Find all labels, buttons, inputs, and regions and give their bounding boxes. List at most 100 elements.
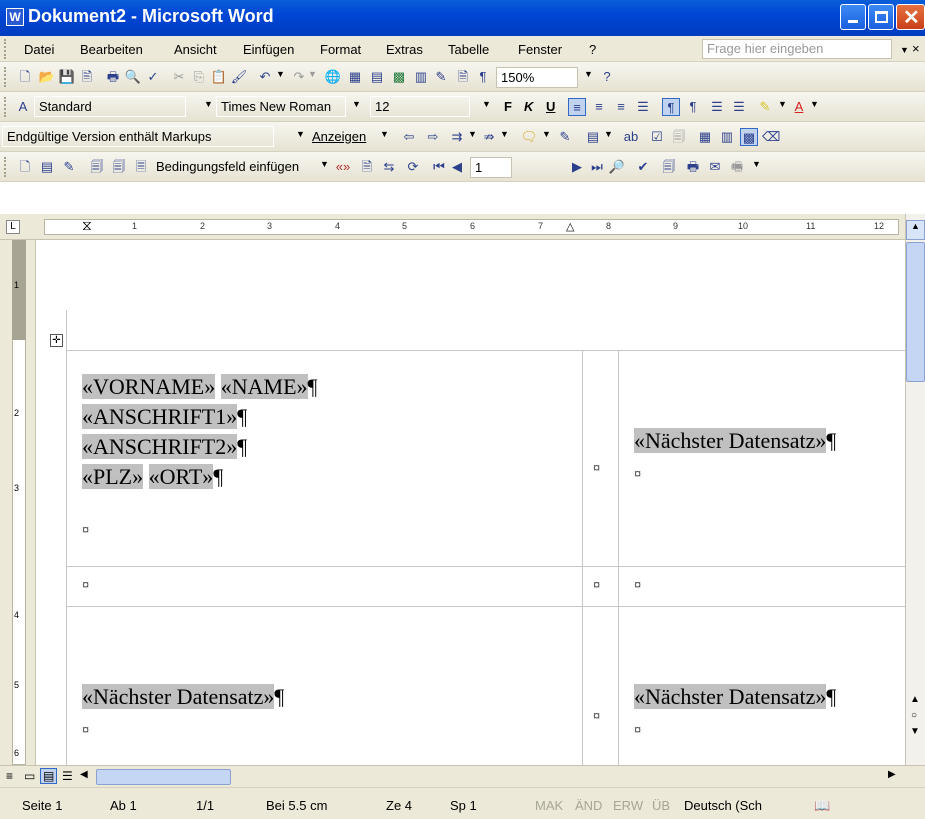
merge-field-anschrift1[interactable]: «ANSCHRIFT1»	[82, 404, 238, 429]
label-cell-next-record[interactable]: «Nächster Datensatz»¶	[634, 426, 836, 456]
next-page-icon[interactable]: ▼	[910, 726, 920, 737]
merge-field-vorname[interactable]: «VORNAME»	[82, 374, 216, 399]
toolbar-grip[interactable]	[4, 67, 7, 87]
help-icon[interactable]: ?	[598, 68, 616, 86]
status-extend-selection[interactable]: ERW	[613, 798, 643, 813]
merge-to-fax-icon[interactable]: 🖷	[728, 158, 746, 176]
merge-field-next-record[interactable]: «Nächster Datensatz»	[634, 428, 827, 453]
label-cell-next-record[interactable]: «Nächster Datensatz»¶	[634, 682, 836, 712]
match-fields-icon[interactable]: ⇆	[380, 158, 398, 176]
scroll-left-icon[interactable]: ◀	[80, 769, 88, 780]
copy-icon[interactable]: ⎘	[190, 68, 208, 86]
insert-frame-icon[interactable]: ▥	[718, 128, 736, 146]
close-button[interactable]: ✕	[896, 4, 925, 30]
horizontal-scrollbar[interactable]: ≡ ▭ ▤ ☰ ◀ ▶	[0, 765, 925, 787]
view-merged-data-icon[interactable]: «»	[334, 158, 352, 176]
vertical-scrollbar[interactable]: ▲ ▲ ○ ▼	[905, 214, 925, 765]
status-track-changes[interactable]: ÄND	[575, 798, 602, 813]
toolbar-options-icon[interactable]: ▼	[752, 159, 761, 169]
redo-icon[interactable]: ↷	[290, 68, 308, 86]
style-dropdown-icon[interactable]: ▼	[204, 99, 213, 109]
close-document-icon[interactable]: ×	[912, 41, 920, 56]
spelling-icon[interactable]: ✓	[144, 68, 162, 86]
help-search-input[interactable]: Frage hier eingeben	[702, 39, 892, 59]
recipients-icon[interactable]: ✎	[60, 158, 78, 176]
insert-excel-icon[interactable]: ▩	[390, 68, 408, 86]
zoom-select[interactable]: 150%	[496, 67, 578, 88]
document-canvas[interactable]: ✛ «VORNAME» «NAME»¶ «ANSCHRIFT1»¶ «ANSCH…	[36, 240, 905, 765]
last-record-icon[interactable]: ⏭	[588, 158, 606, 176]
hyperlink-icon[interactable]: 🌐	[324, 68, 342, 86]
columns-icon[interactable]: ▥	[412, 68, 430, 86]
menu-format[interactable]: Format	[320, 42, 361, 57]
column-marker-icon[interactable]: △	[566, 220, 574, 233]
font-color-dropdown-icon[interactable]: ▼	[810, 99, 819, 109]
reject-dropdown-icon[interactable]: ▼	[500, 129, 509, 139]
drawing-icon[interactable]: ✎	[432, 68, 450, 86]
merge-field-name[interactable]: «NAME»	[220, 374, 308, 399]
permission-icon[interactable]: 🖹	[78, 68, 96, 86]
toolbar-grip[interactable]	[4, 157, 7, 177]
next-change-icon[interactable]: ⇨	[424, 128, 442, 146]
insert-table-icon[interactable]: ▤	[368, 68, 386, 86]
checkbox-field-icon[interactable]: ☑	[648, 128, 666, 146]
status-language[interactable]: Deutsch (Sch	[684, 798, 762, 813]
field-shading-icon[interactable]: ▩	[740, 128, 758, 146]
numbering-icon[interactable]: ☰	[708, 98, 726, 116]
status-macro-recorder[interactable]: MAK	[535, 798, 563, 813]
merge-field-plz[interactable]: «PLZ»	[82, 464, 144, 489]
browse-object-icon[interactable]: ○	[911, 710, 917, 721]
undo-dropdown-icon[interactable]: ▼	[276, 69, 285, 79]
spelling-status-icon[interactable]: 📖	[814, 798, 830, 814]
help-dropdown-icon[interactable]: ▼	[900, 45, 909, 55]
format-painter-icon[interactable]: 🖌	[230, 68, 248, 86]
document-map-icon[interactable]: 🗎	[454, 68, 472, 86]
field-options-icon[interactable]: 🗐	[670, 128, 688, 146]
previous-page-icon[interactable]: ▲	[910, 694, 920, 705]
insert-condition-field-button[interactable]: Bedingungsfeld einfügen	[156, 159, 299, 174]
vertical-ruler[interactable]: 1 2 3 4 5 6	[0, 240, 36, 765]
menu-help[interactable]: ?	[589, 42, 596, 57]
reviewing-pane-icon[interactable]: ▤	[584, 128, 602, 146]
justify-icon[interactable]: ☰	[634, 98, 652, 116]
indent-marker-icon[interactable]: ⧖	[82, 217, 92, 234]
tab-selector-icon[interactable]: L	[6, 220, 20, 234]
pane-dropdown-icon[interactable]: ▼	[604, 129, 613, 139]
track-changes-icon[interactable]: ✎	[556, 128, 574, 146]
eraser-icon[interactable]: ⌫	[762, 128, 780, 146]
show-formatting-icon[interactable]: ¶	[474, 68, 492, 86]
align-left-icon[interactable]: ≡	[568, 98, 586, 116]
menu-einfuegen[interactable]: Einfügen	[243, 42, 294, 57]
record-number-input[interactable]: 1	[470, 157, 512, 178]
insert-comment-icon[interactable]: 🗨	[520, 128, 538, 146]
print-preview-icon[interactable]: 🔍	[124, 68, 142, 86]
paste-icon[interactable]: 📋	[210, 68, 228, 86]
main-document-setup-icon[interactable]: 🗋	[16, 158, 34, 176]
underline-button[interactable]: U	[546, 99, 555, 114]
horizontal-scroll-thumb[interactable]	[96, 769, 231, 785]
open-data-source-icon[interactable]: ▤	[38, 158, 56, 176]
toolbar-grip[interactable]	[4, 97, 7, 117]
bullets-icon[interactable]: ☰	[730, 98, 748, 116]
menu-tabelle[interactable]: Tabelle	[448, 42, 489, 57]
menu-extras[interactable]: Extras	[386, 42, 423, 57]
print-icon[interactable]: 🖶	[104, 68, 122, 86]
new-document-icon[interactable]: 🗋	[16, 68, 34, 86]
horizontal-ruler[interactable]: L ⧖ 1 2 3 4 5 6 7 8 9 10 11 12 △	[0, 214, 905, 240]
insert-fields-icon[interactable]: 🗏	[132, 158, 150, 176]
menu-ansicht[interactable]: Ansicht	[174, 42, 217, 57]
merge-field-anschrift2[interactable]: «ANSCHRIFT2»	[82, 434, 238, 459]
merge-field-ort[interactable]: «ORT»	[148, 464, 214, 489]
tables-borders-icon[interactable]: ▦	[346, 68, 364, 86]
normal-view-icon[interactable]: ≡	[6, 769, 13, 783]
scroll-thumb[interactable]	[906, 242, 925, 382]
web-view-icon[interactable]: ▭	[24, 769, 35, 783]
scroll-up-icon[interactable]: ▲	[906, 220, 925, 240]
status-overtype[interactable]: ÜB	[652, 798, 670, 813]
font-select[interactable]: Times New Roman	[216, 96, 346, 117]
accept-change-icon[interactable]: ⇉	[448, 128, 466, 146]
first-record-icon[interactable]: ⏮	[430, 158, 448, 176]
reject-change-icon[interactable]: ⇏	[480, 128, 498, 146]
merge-to-email-icon[interactable]: ✉	[706, 158, 724, 176]
zoom-dropdown-icon[interactable]: ▼	[584, 69, 593, 79]
